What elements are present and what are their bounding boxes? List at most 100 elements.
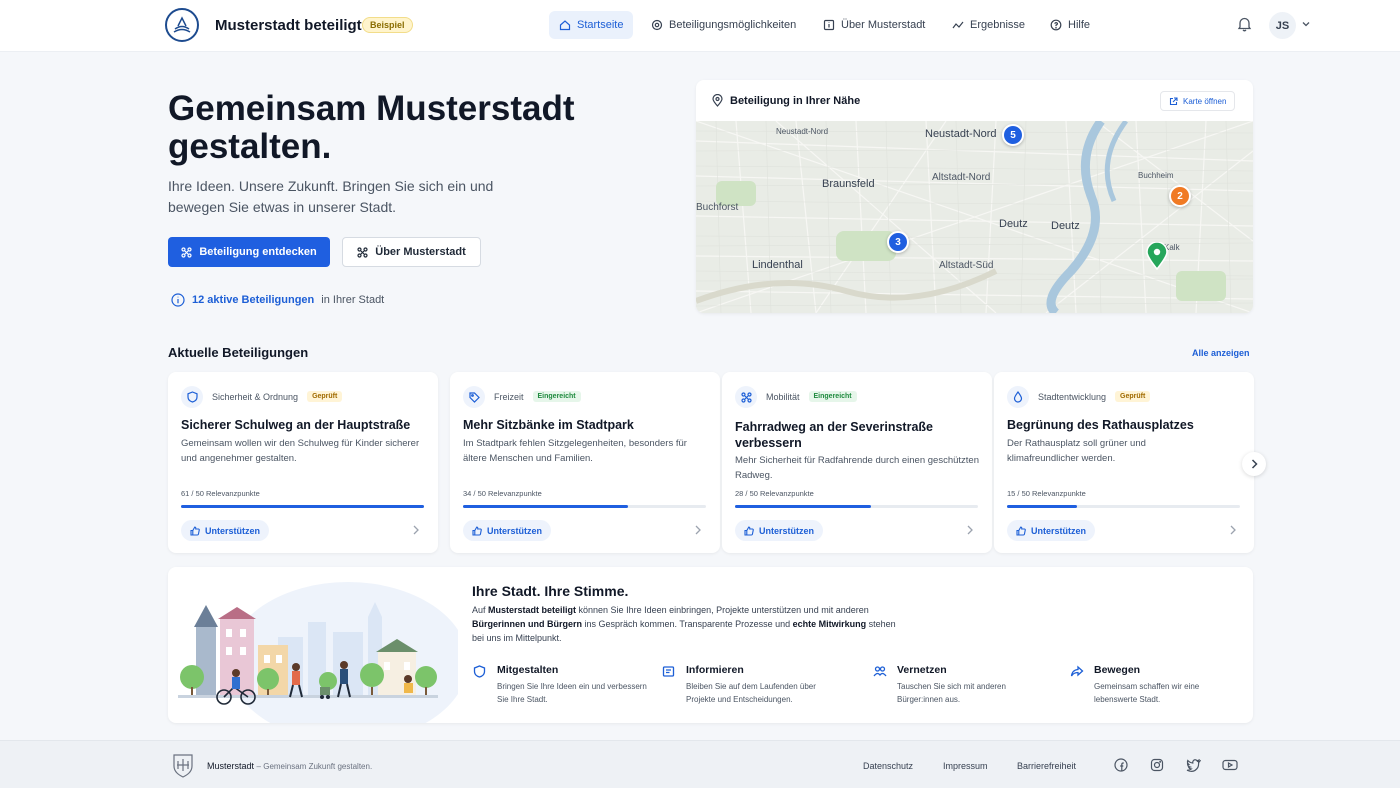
active-count-link[interactable]: 12 aktive Beteiligungen [192, 294, 314, 306]
feature-text: Bringen Sie Ihre Ideen ein und verbesser… [497, 682, 647, 704]
map-cluster-pin[interactable]: 5 [1002, 124, 1024, 146]
button-label: Karte öffnen [1183, 96, 1227, 106]
drop-icon [1007, 386, 1029, 408]
shield-icon [473, 665, 486, 678]
relevance-points: 15 / 50 Relevanzpunkte [1007, 489, 1086, 498]
nav-label: Ergebnisse [970, 19, 1026, 31]
progress-bar [1007, 505, 1240, 508]
open-map-button[interactable]: Karte öffnen [1160, 91, 1236, 111]
shield-icon [181, 386, 203, 408]
footer-tagline: – Gemeinsam Zukunft gestalten. [256, 762, 373, 771]
card-title[interactable]: Mehr Sitzbänke im Stadtpark [463, 417, 713, 433]
button-label: Unterstützen [205, 525, 261, 536]
discover-participation-button[interactable]: Beteiligung entdecken [168, 237, 330, 267]
nav-label: Über Musterstadt [841, 19, 926, 31]
progress-bar [181, 505, 424, 508]
participation-card[interactable]: Freizeit Eingereicht Mehr Sitzbänke im St… [450, 372, 720, 553]
facebook-icon[interactable] [1114, 758, 1128, 772]
nav-ueber-musterstadt[interactable]: Über Musterstadt [813, 11, 935, 39]
hero-title: Gemeinsam Musterstadt gestalten. [168, 89, 575, 166]
chevron-right-icon[interactable] [1230, 525, 1236, 535]
relevance-points: 61 / 50 Relevanzpunkte [181, 489, 260, 498]
map-label: Altstadt-Nord [932, 172, 991, 183]
map-title: Beteiligung in Ihrer Nähe [730, 94, 861, 107]
thumbs-up-icon [190, 525, 200, 536]
footer-link-datenschutz[interactable]: Datenschutz [863, 761, 913, 771]
map-location-marker-icon[interactable] [1146, 242, 1168, 270]
bell-icon[interactable] [1237, 16, 1252, 32]
relevance-points: 28 / 50 Relevanzpunkte [735, 489, 814, 498]
card-title[interactable]: Sicherer Schulweg an der Hauptstraße [181, 417, 431, 433]
chart-line-icon [952, 21, 964, 29]
support-button[interactable]: Unterstützen [181, 520, 270, 541]
hero-subtitle: Ihre Ideen. Unsere Zukunft. Bringen Sie … [168, 178, 494, 215]
map-label: Braunsfeld [822, 178, 875, 190]
chevron-right-icon[interactable] [695, 525, 701, 535]
nodes-icon [357, 246, 368, 258]
map-header: Beteiligung in Ihrer Nähe [712, 94, 860, 107]
instagram-icon[interactable] [1150, 758, 1164, 772]
category-label: Mobilität [766, 391, 800, 402]
participation-card[interactable]: Sicherheit & Ordnung Geprüft Sicherer Sch… [168, 372, 438, 553]
card-title[interactable]: Begrünung des Rathausplatzes [1007, 417, 1257, 433]
nodes-icon [735, 386, 757, 408]
carousel-next-button[interactable] [1242, 452, 1266, 476]
status-badge: Geprüft [1115, 391, 1151, 402]
user-avatar[interactable]: JS [1269, 12, 1296, 39]
map-label: Altstadt-Süd [939, 260, 994, 271]
people-icon [873, 666, 887, 677]
see-all-link[interactable]: Alle anzeigen [1192, 348, 1250, 358]
footer-link-barrierefreiheit[interactable]: Barrierefreiheit [1017, 761, 1076, 771]
youtube-icon[interactable] [1222, 758, 1238, 772]
external-link-icon [1169, 96, 1178, 105]
thumbs-up-icon [1016, 525, 1026, 536]
chevron-right-icon[interactable] [413, 525, 419, 535]
feature-text: Bleiben Sie auf dem Laufenden über Proje… [686, 682, 816, 704]
map-label: Buchheim [1138, 171, 1174, 180]
participation-card[interactable]: Mobilität Eingereicht Fahrradweg an der S… [722, 372, 992, 553]
twitter-icon[interactable] [1186, 758, 1201, 772]
help-circle-icon [1050, 19, 1062, 31]
thumbs-up-icon [744, 525, 754, 536]
support-button[interactable]: Unterstützen [735, 520, 824, 541]
map-label: Buchforst [696, 202, 739, 213]
nav-startseite[interactable]: Startseite [549, 11, 634, 39]
card-title[interactable]: Fahrradweg an der Severinstraße verbesse… [735, 419, 985, 451]
chevron-right-icon[interactable] [967, 525, 973, 535]
chevron-right-icon [1251, 459, 1258, 469]
support-button[interactable]: Unterstützen [463, 520, 552, 541]
map-streets [696, 121, 1253, 313]
chevron-down-icon[interactable] [1301, 19, 1311, 29]
map-label: Deutz [999, 218, 1028, 230]
location-pin-icon [712, 94, 723, 107]
category-label: Freizeit [494, 391, 524, 402]
relevance-points: 34 / 50 Relevanzpunkte [463, 489, 542, 498]
card-description: Gemeinsam wollen wir den Schulweg für Ki… [181, 438, 420, 464]
brand-title[interactable]: Musterstadt beteiligt [215, 17, 362, 34]
nav-beteiligungsmoeglichkeiten[interactable]: Beteiligungsmöglichkeiten [641, 11, 806, 39]
info-title: Ihre Stadt. Ihre Stimme. [472, 583, 629, 599]
card-description: Der Rathausplatz soll grüner und klimafr… [1007, 438, 1146, 464]
info-text-part: ins Gespräch kommen. Transparente Prozes… [582, 619, 793, 629]
progress-fill [735, 505, 872, 508]
feature-text: Tauschen Sie sich mit anderen Bürger:inn… [897, 682, 1006, 704]
category-label: Stadtentwicklung [1038, 391, 1107, 402]
participation-card[interactable]: Stadtentwicklung Geprüft Begrünung des Ra… [994, 372, 1254, 553]
support-button[interactable]: Unterstützen [1007, 520, 1096, 541]
feature-title: Bewegen [1094, 664, 1141, 676]
map-cluster-pin[interactable]: 2 [1169, 185, 1191, 207]
map-cluster-pin[interactable]: 3 [887, 231, 909, 253]
about-platform-panel: Ihre Stadt. Ihre Stimme. Auf Musterstadt… [168, 567, 1253, 723]
progress-bar [735, 505, 978, 508]
about-city-button[interactable]: Über Musterstadt [342, 237, 481, 267]
nav-hilfe[interactable]: Hilfe [1040, 11, 1100, 39]
city-logo-icon[interactable] [165, 8, 199, 42]
info-text-strong: echte Mitwirkung [792, 619, 867, 629]
nav-ergebnisse[interactable]: Ergebnisse [942, 11, 1035, 39]
city-crest-icon [173, 754, 193, 778]
thumbs-up-icon [472, 525, 482, 536]
footer-link-impressum[interactable]: Impressum [943, 761, 988, 771]
map-view[interactable]: Neustadt-Nord Neustadt-Nord Braunsfeld A… [696, 121, 1253, 313]
nav-label: Startseite [577, 19, 624, 31]
section-title: Aktuelle Beteiligungen [168, 345, 309, 360]
